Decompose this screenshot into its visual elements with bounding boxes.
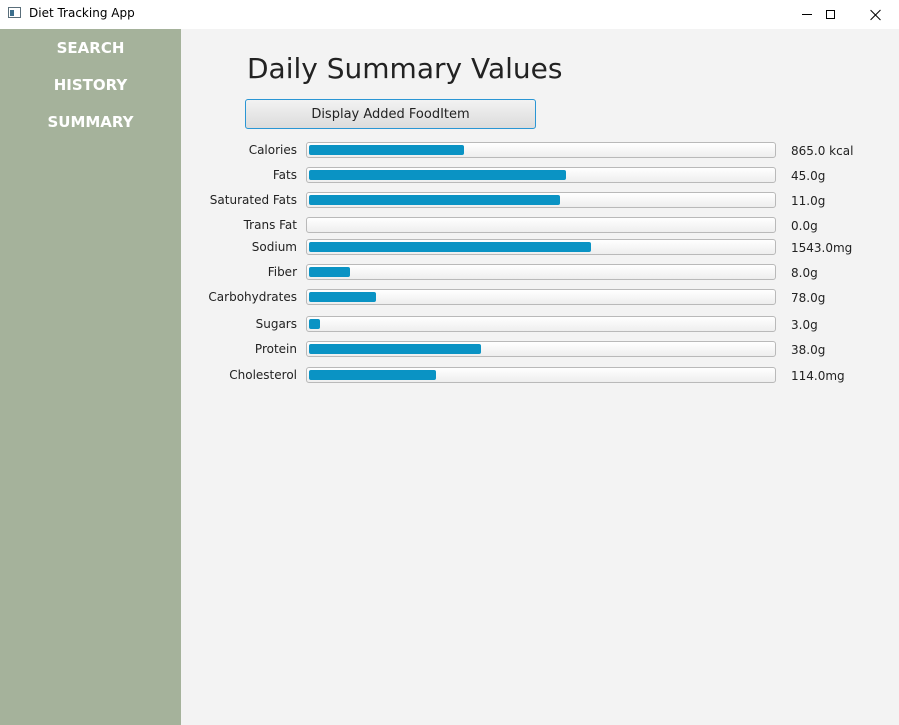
display-added-fooditem-button[interactable]: Display Added FoodItem: [245, 99, 536, 129]
sidebar-item-history[interactable]: HISTORY: [0, 76, 181, 94]
nutrient-row: Calories 865.0 kcal: [0, 141, 899, 161]
app-window-icon: [8, 7, 21, 18]
nutrient-value: 0.0g: [791, 219, 818, 233]
close-icon: [870, 9, 882, 21]
maximize-icon: [825, 10, 835, 19]
nutrient-progress-bar: [306, 289, 776, 305]
nutrient-progress-fill: [309, 195, 560, 205]
nutrient-progress-fill: [309, 145, 464, 155]
sidebar-item-search[interactable]: SEARCH: [0, 39, 181, 57]
nutrient-progress-fill: [309, 170, 566, 180]
nutrient-progress-fill: [309, 370, 436, 380]
nutrient-label: Carbohydrates: [208, 290, 297, 304]
nutrient-label: Fats: [272, 168, 297, 182]
nutrient-progress-fill: [309, 319, 320, 329]
window-title: Diet Tracking App: [29, 6, 135, 20]
nutrient-label: Sugars: [255, 317, 297, 331]
nutrient-progress-bar: [306, 264, 776, 280]
nutrient-progress-bar: [306, 367, 776, 383]
nutrient-progress-bar: [306, 316, 776, 332]
close-button[interactable]: [853, 0, 899, 29]
nutrient-label: Cholesterol: [229, 368, 297, 382]
nutrient-label: Protein: [254, 342, 297, 356]
maximize-button[interactable]: [807, 0, 853, 29]
nutrient-row: Sodium 1543.0mg: [0, 238, 899, 258]
nutrient-progress-bar: [306, 341, 776, 357]
nutrient-progress-bar: [306, 239, 776, 255]
nutrient-value: 38.0g: [791, 343, 826, 357]
nutrient-value: 865.0 kcal: [791, 144, 854, 158]
nutrient-progress-fill: [309, 242, 591, 252]
nutrient-label: Trans Fat: [243, 218, 297, 232]
nutrient-value: 78.0g: [791, 291, 826, 305]
page-title: Daily Summary Values: [247, 52, 563, 85]
nutrient-value: 1543.0mg: [791, 241, 853, 255]
nutrient-row: Protein 38.0g: [0, 340, 899, 360]
nutrient-label: Sodium: [251, 240, 297, 254]
nutrient-progress-fill: [309, 267, 350, 277]
nutrient-progress-bar: [306, 192, 776, 208]
sidebar-item-summary[interactable]: SUMMARY: [0, 113, 181, 131]
nutrient-value: 45.0g: [791, 169, 826, 183]
nutrient-progress-fill: [309, 292, 376, 302]
nutrient-row: Fiber 8.0g: [0, 263, 899, 283]
nutrient-progress-fill: [309, 344, 481, 354]
nutrient-row: Sugars 3.0g: [0, 315, 899, 335]
nutrient-value: 11.0g: [791, 194, 826, 208]
nutrient-row: Saturated Fats 11.0g: [0, 191, 899, 211]
nutrient-row: Carbohydrates 78.0g: [0, 288, 899, 308]
nutrient-row: Fats 45.0g: [0, 166, 899, 186]
nutrient-label: Fiber: [267, 265, 297, 279]
title-bar: Diet Tracking App: [0, 0, 899, 29]
nutrient-row: Trans Fat 0.0g: [0, 216, 899, 236]
nutrient-row: Cholesterol 114.0mg: [0, 366, 899, 386]
nutrient-value: 114.0mg: [791, 369, 845, 383]
nutrient-label: Saturated Fats: [209, 193, 297, 207]
nutrient-progress-bar: [306, 217, 776, 233]
nutrient-value: 8.0g: [791, 266, 818, 280]
nutrient-value: 3.0g: [791, 318, 818, 332]
nutrient-progress-bar: [306, 167, 776, 183]
nutrient-progress-bar: [306, 142, 776, 158]
nutrient-label: Calories: [248, 143, 297, 157]
